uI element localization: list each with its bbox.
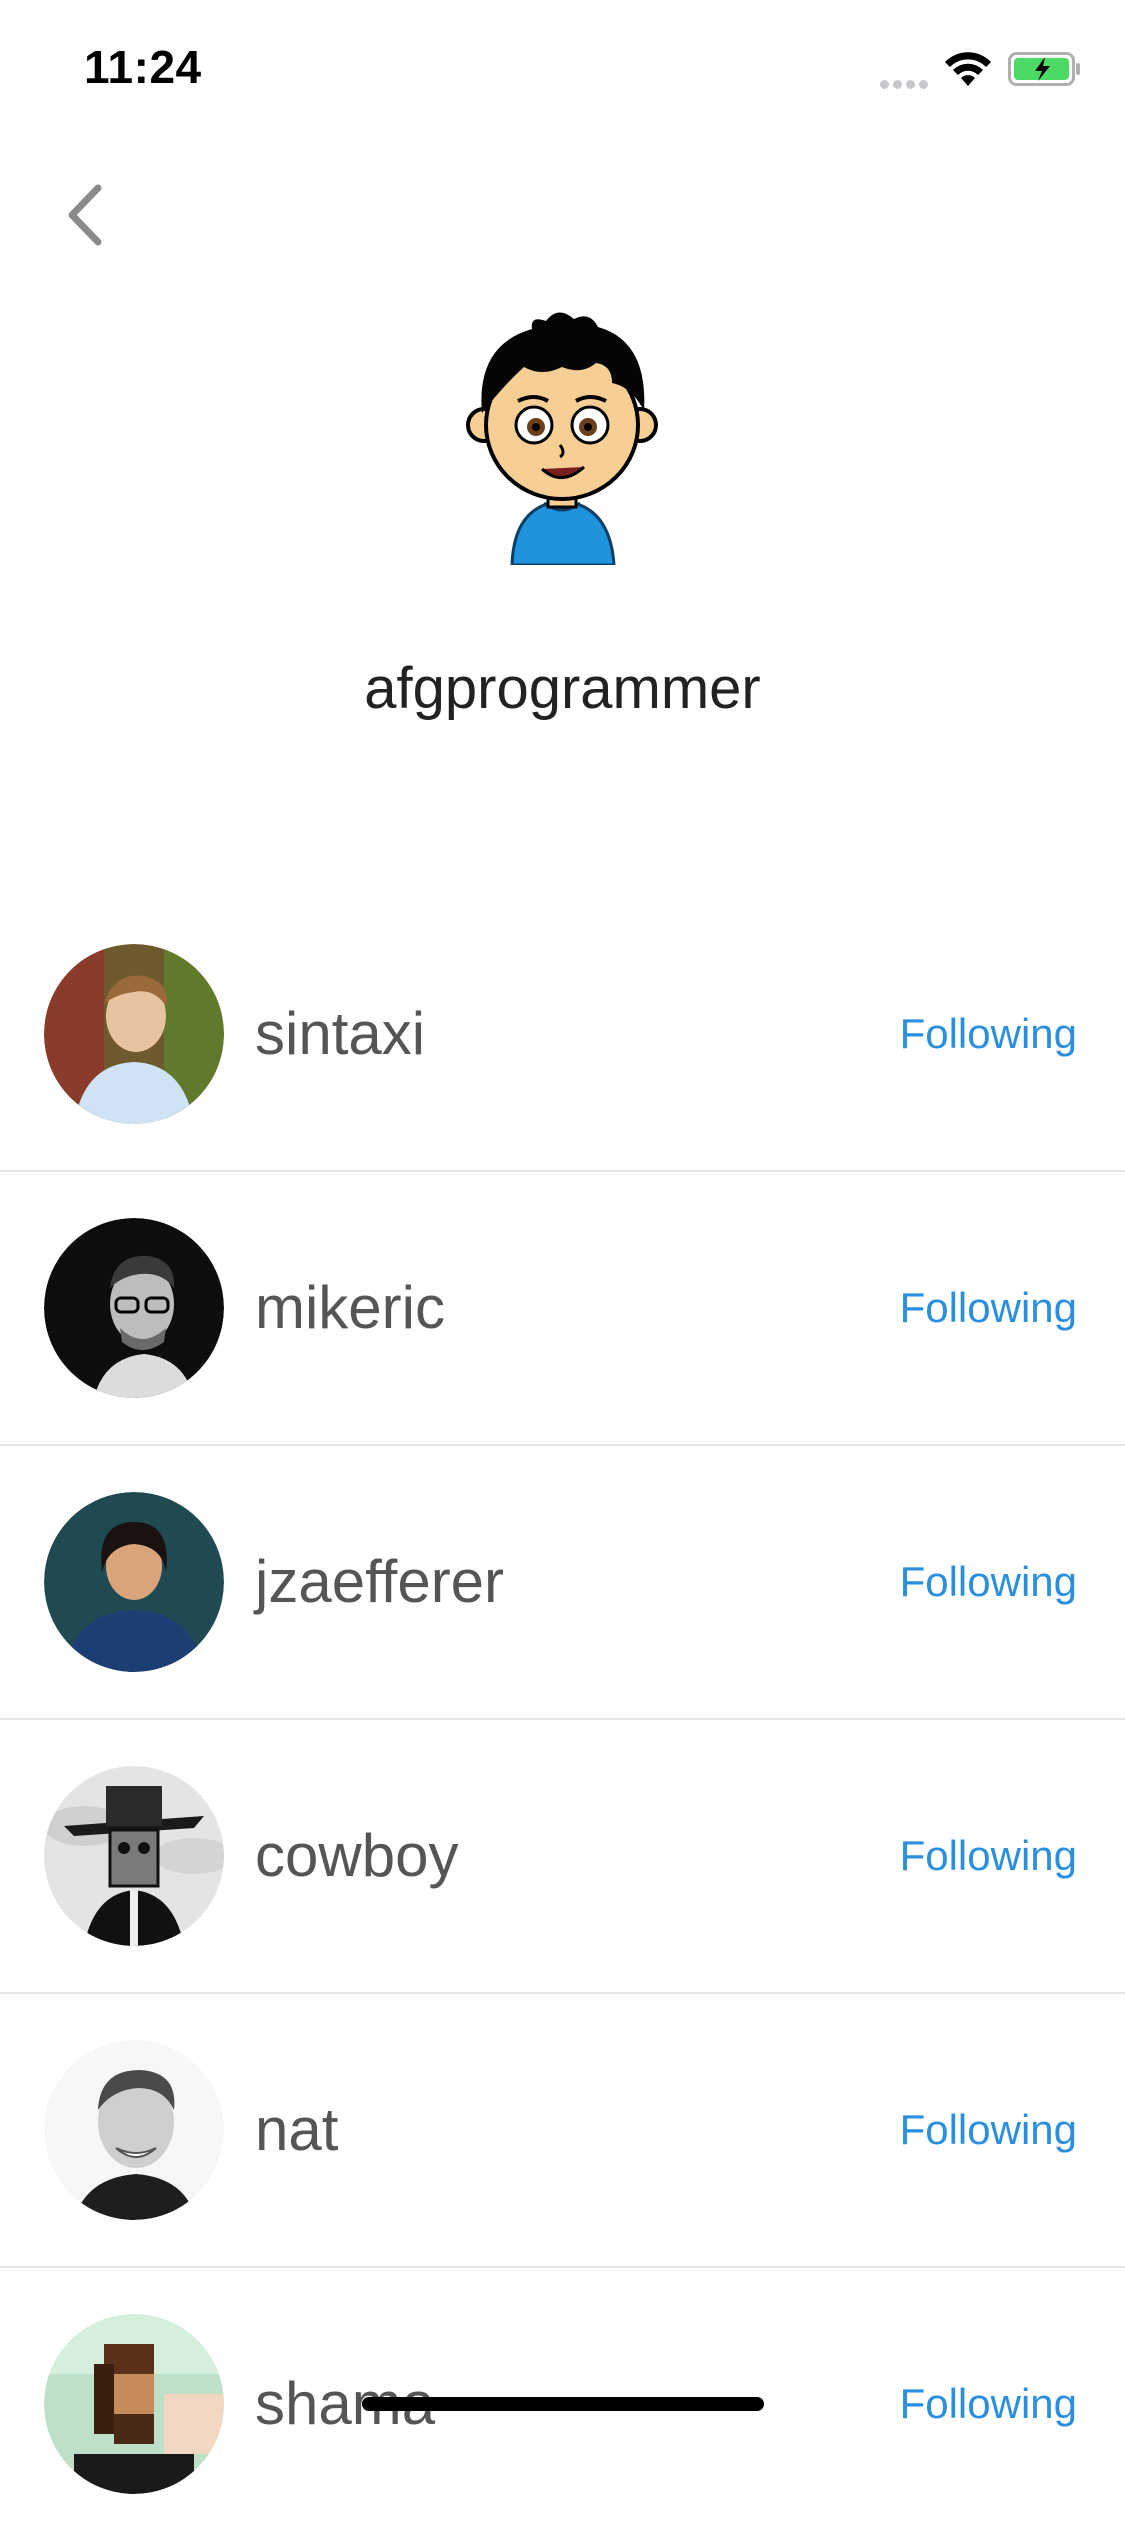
following-list: sintaxi Following mikeric Following jzae…	[0, 898, 1125, 2540]
username: sintaxi	[255, 1000, 426, 1067]
cellular-signal-icon	[880, 76, 932, 94]
following-button[interactable]: Following	[900, 1172, 1077, 1444]
username: cowboy	[255, 1822, 459, 1889]
avatar-jzaefferer-icon	[44, 1492, 224, 1672]
profile-username: afgprogrammer	[364, 656, 761, 721]
avatar-nat-icon	[44, 2040, 224, 2220]
list-item[interactable]: nat Following	[0, 1994, 1125, 2268]
following-button[interactable]: Following	[900, 2268, 1077, 2540]
avatar-cowboy-icon	[44, 1766, 224, 1946]
following-button[interactable]: Following	[900, 1994, 1077, 2266]
battery-charging-icon	[1008, 52, 1080, 86]
wifi-icon	[945, 52, 991, 86]
list-item[interactable]: sintaxi Following	[0, 898, 1125, 1172]
avatar-shama-icon	[44, 2314, 224, 2494]
back-button[interactable]	[56, 180, 116, 250]
list-item[interactable]: jzaefferer Following	[0, 1446, 1125, 1720]
username: jzaefferer	[255, 1548, 505, 1615]
cartoon-boy-avatar-icon	[466, 312, 658, 565]
following-button[interactable]: Following	[900, 898, 1077, 1170]
chevron-left-icon	[68, 184, 102, 246]
username: nat	[255, 2096, 339, 2163]
list-item[interactable]: mikeric Following	[0, 1172, 1125, 1446]
home-indicator	[362, 2397, 764, 2411]
following-button[interactable]: Following	[900, 1720, 1077, 1992]
avatar-mikeric-icon	[44, 1218, 224, 1398]
list-item[interactable]: cowboy Following	[0, 1720, 1125, 1994]
avatar-sintaxi-icon	[44, 944, 224, 1124]
following-button[interactable]: Following	[900, 1446, 1077, 1718]
status-time: 11:24	[84, 41, 202, 93]
username: mikeric	[255, 1274, 445, 1341]
status-bar: 11:24	[0, 0, 1125, 140]
